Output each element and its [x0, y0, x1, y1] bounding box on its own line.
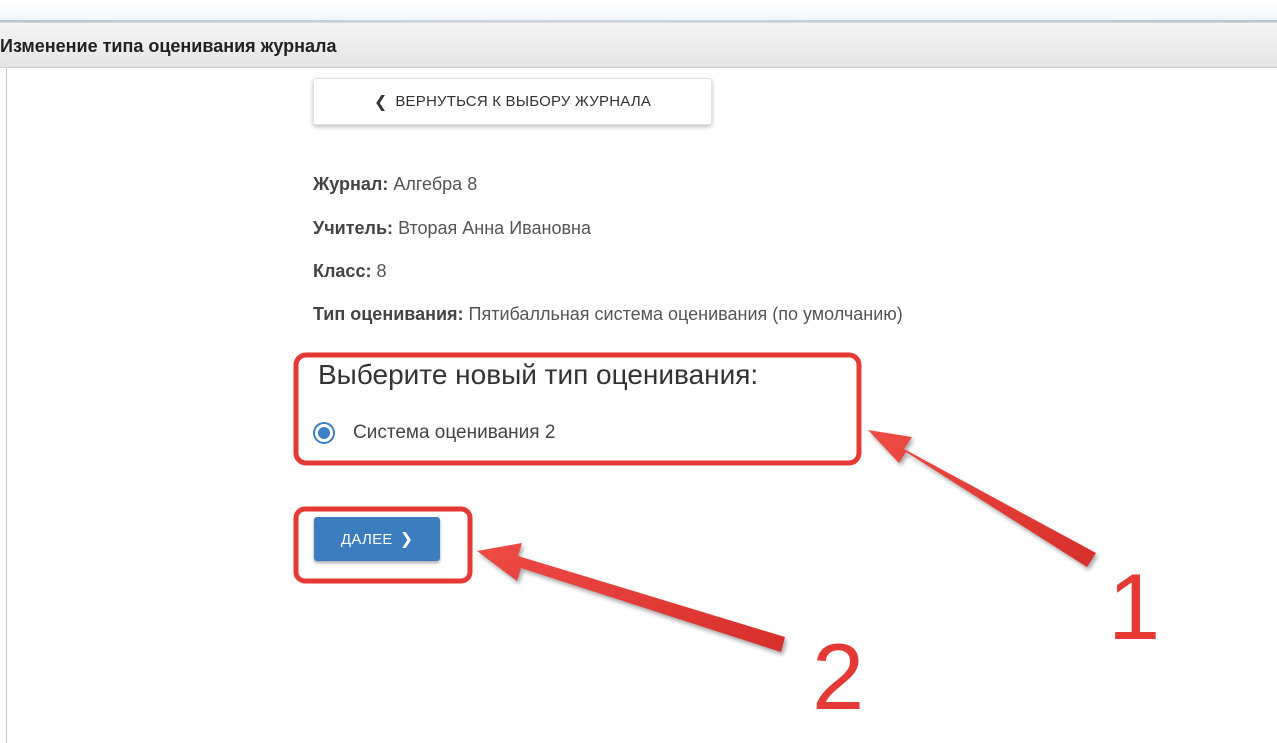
class-value: 8 — [376, 261, 387, 281]
next-button-label: ДАЛЕЕ — [340, 530, 393, 548]
grading-option-label: Система оценивания 2 — [353, 422, 556, 443]
page: Изменение типа оценивания журнала ❮ ВЕРН… — [0, 0, 1277, 743]
grading-option-radio[interactable]: Система оценивания 2 — [313, 422, 555, 444]
grading-type-value: Пятибалльная система оценивания (по умол… — [468, 304, 903, 324]
grading-type-info: Тип оценивания: Пятибалльная система оце… — [313, 304, 903, 325]
journal-label: Журнал: — [313, 174, 389, 194]
teacher-label: Учитель: — [313, 218, 394, 238]
chevron-left-icon: ❮ — [373, 93, 388, 111]
next-button[interactable]: ДАЛЕЕ ❯ — [314, 517, 440, 561]
journal-value: Алгебра 8 — [393, 174, 478, 194]
journal-info: Журнал: Алгебра 8 — [313, 174, 477, 195]
back-to-journal-button[interactable]: ❮ ВЕРНУТЬСЯ К ВЫБОРУ ЖУРНАЛА — [313, 78, 712, 125]
panel-title: Изменение типа оценивания журнала — [0, 36, 337, 56]
class-info: Класс: 8 — [313, 261, 386, 282]
chevron-right-icon: ❯ — [399, 531, 414, 548]
class-label: Класс: — [313, 261, 372, 281]
arrow-1-icon — [868, 430, 1096, 567]
teacher-info: Учитель: Вторая Анна Ивановна — [313, 218, 591, 239]
radio-selected-icon[interactable] — [313, 422, 335, 444]
choose-grading-title: Выберите новый тип оценивания: — [318, 359, 759, 390]
top-strip — [0, 0, 1277, 22]
back-button-label: ВЕРНУТЬСЯ К ВЫБОРУ ЖУРНАЛА — [395, 93, 652, 110]
teacher-value: Вторая Анна Ивановна — [398, 218, 591, 238]
annotation-label-2: 2 — [812, 624, 865, 729]
radio-dot — [318, 427, 330, 439]
grading-type-label: Тип оценивания: — [313, 304, 464, 324]
panel-header: Изменение типа оценивания журнала — [0, 22, 1277, 68]
annotation-label-1: 1 — [1108, 554, 1161, 659]
panel-left-border — [6, 68, 7, 743]
arrow-2-icon — [477, 543, 785, 652]
